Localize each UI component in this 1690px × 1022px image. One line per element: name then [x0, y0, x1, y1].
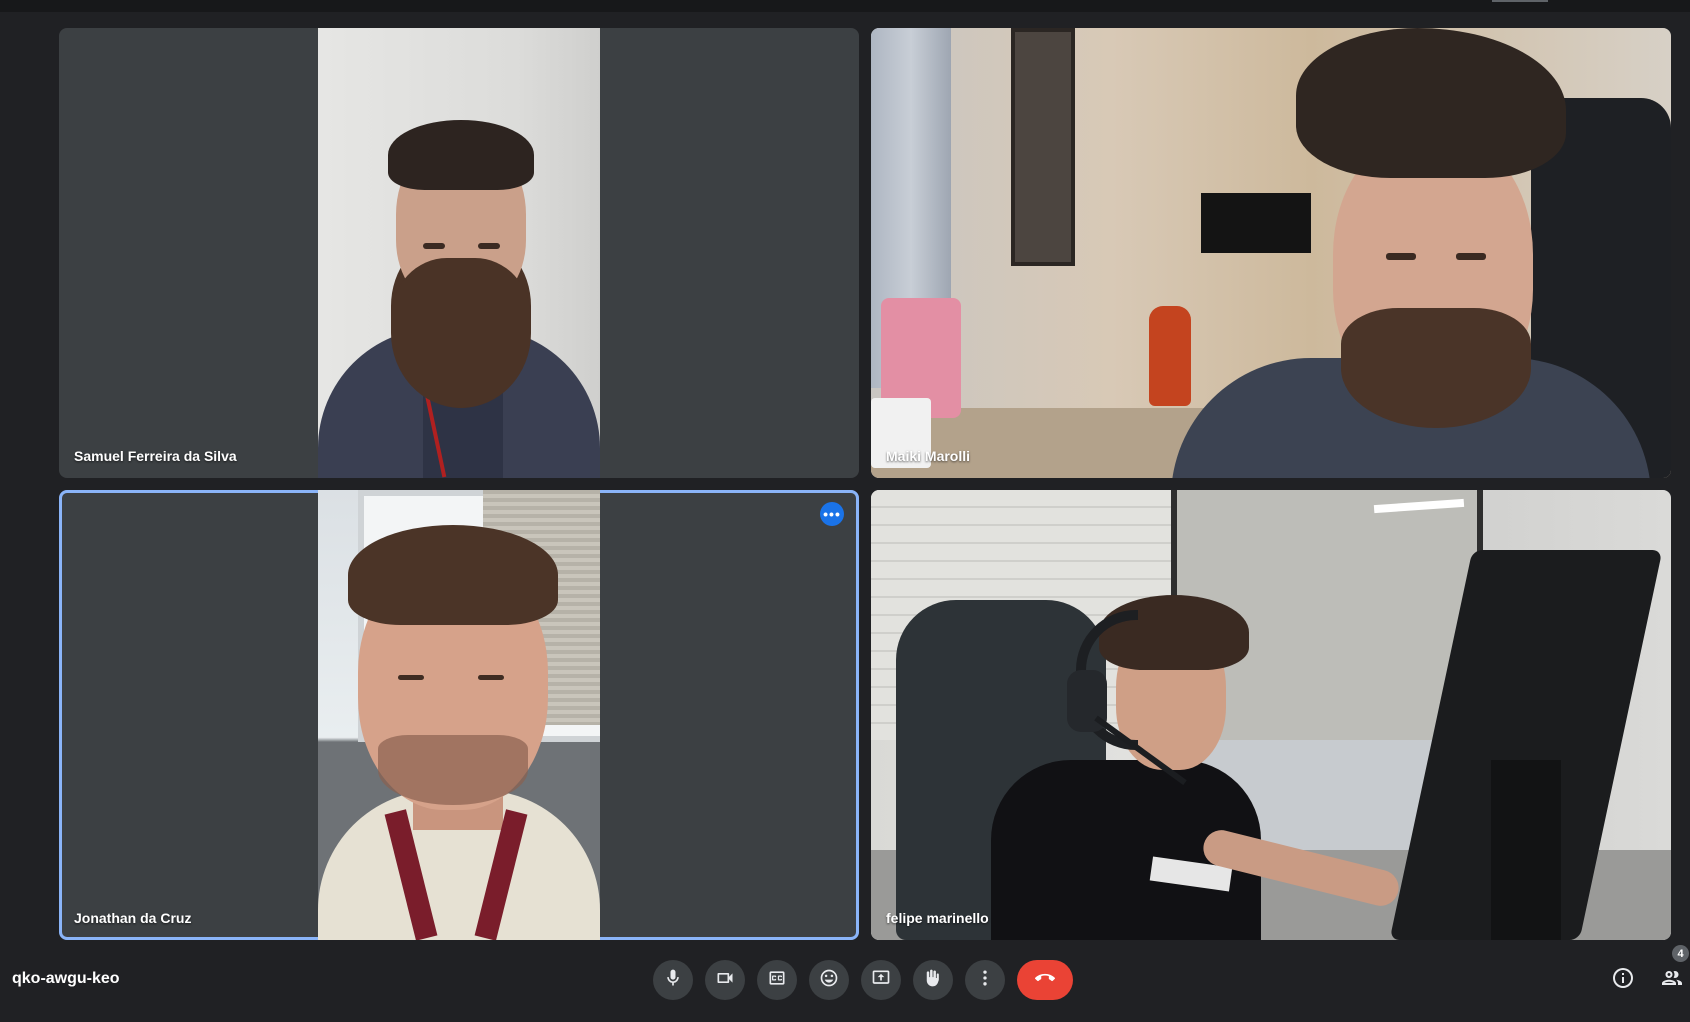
more-options-button[interactable]: [965, 960, 1005, 1000]
participant-tile[interactable]: Samuel Ferreira da Silva: [59, 28, 859, 478]
people-icon: [1660, 966, 1684, 995]
tile-more-options-button[interactable]: •••: [820, 502, 844, 526]
camera-icon: [715, 968, 735, 993]
participant-video: [318, 490, 600, 940]
participant-tile-active[interactable]: Jonathan da Cruz •••: [59, 490, 859, 940]
call-controls: [653, 960, 1073, 1000]
participant-name: Jonathan da Cruz: [74, 910, 192, 926]
participant-video: [871, 28, 1671, 478]
meeting-code: qko-awgu-keo: [12, 970, 120, 987]
raise-hand-icon: [923, 968, 943, 993]
participants-button[interactable]: [1656, 964, 1688, 996]
emoji-icon: [819, 968, 839, 993]
captions-button[interactable]: [757, 960, 797, 1000]
raise-hand-button[interactable]: [913, 960, 953, 1000]
top-bar: [0, 0, 1690, 12]
participant-tile[interactable]: Maiki Marolli: [871, 28, 1671, 478]
participant-count-badge: 4: [1672, 945, 1689, 962]
top-indicator: [1492, 0, 1548, 2]
participant-video: [871, 490, 1671, 940]
end-call-icon: [1033, 968, 1057, 993]
participant-tile[interactable]: felipe marinello: [871, 490, 1671, 940]
emoji-reaction-button[interactable]: [809, 960, 849, 1000]
participant-name: felipe marinello: [886, 910, 989, 926]
info-icon: [1611, 966, 1635, 995]
microphone-icon: [663, 968, 683, 993]
present-screen-button[interactable]: [861, 960, 901, 1000]
participant-name: Samuel Ferreira da Silva: [74, 448, 237, 464]
meeting-info-button[interactable]: [1607, 964, 1639, 996]
participant-video: [318, 28, 600, 478]
present-screen-icon: [871, 968, 891, 993]
camera-button[interactable]: [705, 960, 745, 1000]
microphone-button[interactable]: [653, 960, 693, 1000]
captions-icon: [767, 968, 787, 993]
more-options-icon: [975, 968, 995, 993]
participant-name: Maiki Marolli: [886, 448, 971, 464]
bottom-control-bar: qko-awgu-keo 4: [0, 945, 1690, 1022]
end-call-button[interactable]: [1017, 960, 1073, 1000]
